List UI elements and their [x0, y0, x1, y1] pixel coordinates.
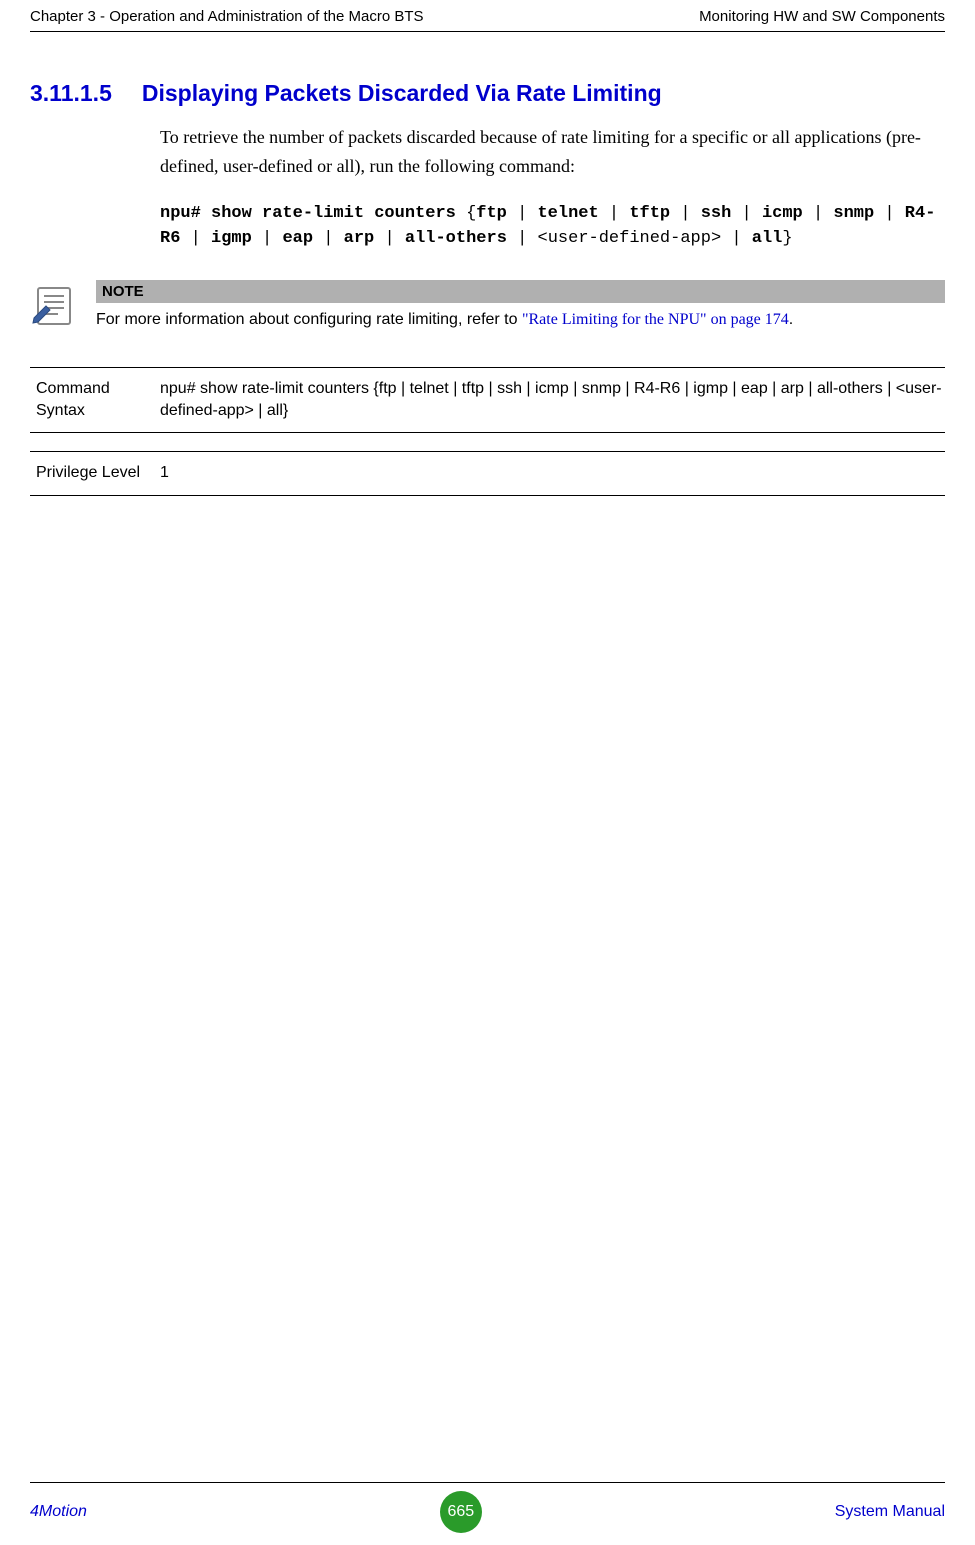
footer-left: 4Motion [30, 1503, 87, 1521]
header-left: Chapter 3 - Operation and Administration… [30, 8, 424, 25]
intro-paragraph: To retrieve the number of packets discar… [160, 123, 945, 181]
note-block: NOTE For more information about configur… [30, 280, 945, 335]
table-label: Command Syntax [30, 378, 145, 423]
note-link[interactable]: "Rate Limiting for the NPU" on page 174 [522, 311, 789, 328]
header-right: Monitoring HW and SW Components [699, 8, 945, 25]
section-heading: 3.11.1.5 Displaying Packets Discarded Vi… [30, 80, 945, 107]
table-row: Command Syntaxnpu# show rate-limit count… [30, 367, 945, 434]
page-header: Chapter 3 - Operation and Administration… [30, 0, 945, 32]
table-label: Privilege Level [30, 462, 145, 484]
note-text: For more information about configuring r… [96, 309, 945, 331]
section-number: 3.11.1.5 [30, 80, 112, 107]
note-icon [30, 280, 78, 335]
note-prefix: For more information about configuring r… [96, 311, 522, 328]
note-suffix: . [789, 311, 793, 328]
note-label: NOTE [96, 280, 945, 303]
page-number-badge: 665 [440, 1491, 482, 1533]
section-title: Displaying Packets Discarded Via Rate Li… [142, 80, 662, 107]
page-footer: 4Motion 665 System Manual [30, 1482, 945, 1533]
table-value: npu# show rate-limit counters {ftp | tel… [145, 378, 945, 423]
table-row: Privilege Level1 [30, 451, 945, 495]
footer-right: System Manual [835, 1503, 945, 1521]
table-value: 1 [145, 462, 945, 484]
note-body: NOTE For more information about configur… [96, 280, 945, 335]
info-table: Command Syntaxnpu# show rate-limit count… [30, 367, 945, 496]
command-code: npu# show rate-limit counters {ftp | tel… [160, 201, 945, 252]
